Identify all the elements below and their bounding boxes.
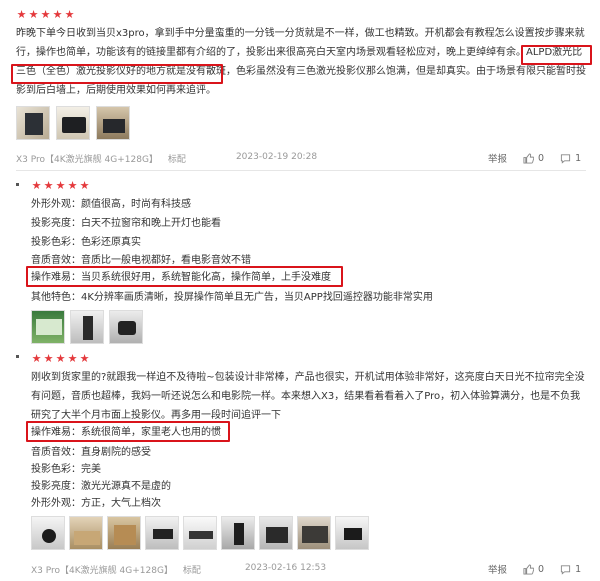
review-image[interactable] xyxy=(96,106,130,140)
review-image[interactable] xyxy=(145,516,179,550)
review1-meta: X3 Pro【4K激光旗舰 4G+128G】 标配 2023-02-19 20:… xyxy=(16,152,327,165)
like-button[interactable]: 0 xyxy=(523,564,544,575)
review3-text: 刚收到货家里的?就跟我一样迫不及待啦~包装设计非常棒，产品也很实，开机试用体验非… xyxy=(31,372,585,421)
review1-text: 昨晚下单今日收到当贝x3pro，拿到手中分量蛮重的一分钱一分货就是不一样，做工也… xyxy=(16,24,586,100)
star-icon: ★ xyxy=(31,179,42,192)
review2-line: 其他特色：4K分辨率画质清晰，投屏操作简单且无广告，当贝APP找回遥控器功能非常… xyxy=(31,292,433,303)
highlight-box xyxy=(26,266,343,287)
star-icon: ★ xyxy=(40,8,51,21)
comment-count: 1 xyxy=(575,152,582,164)
review-image[interactable] xyxy=(31,310,65,344)
like-count: 0 xyxy=(538,563,545,575)
review1-body: 昨晚下单今日收到当贝x3pro，拿到手中分量蛮重的一分钱一分货就是不一样，做工也… xyxy=(16,28,585,58)
review2-line: 投影亮度：白天不拉窗帘和晚上开灯也能看 xyxy=(31,218,221,229)
review-image[interactable] xyxy=(109,310,143,344)
star-icon: ★ xyxy=(79,352,90,365)
report-link[interactable]: 举报 xyxy=(488,562,507,576)
review2-rating: ★ ★ ★ ★ ★ xyxy=(31,180,90,191)
edge-mark xyxy=(16,183,19,186)
review-image[interactable] xyxy=(335,516,369,550)
star-icon: ★ xyxy=(64,8,75,21)
star-icon: ★ xyxy=(16,8,27,21)
star-icon: ★ xyxy=(43,352,54,365)
report-link[interactable]: 举报 xyxy=(488,151,507,165)
review-date: 2023-02-19 20:28 xyxy=(235,152,318,162)
review-image[interactable] xyxy=(16,106,50,140)
like-count: 0 xyxy=(538,152,545,164)
review-image[interactable] xyxy=(183,516,217,550)
review3-line: 投影色彩：完美 xyxy=(31,464,101,475)
review-image[interactable] xyxy=(70,310,104,344)
review3-actions: 举报 0 1 xyxy=(488,562,581,577)
star-icon: ★ xyxy=(31,352,42,365)
review2-line: 投影色彩：色彩还原真实 xyxy=(31,237,141,248)
product-tag: 标配 xyxy=(182,566,201,576)
review3-line: 投影亮度：激光光源真不是虚的 xyxy=(31,481,171,492)
review-image[interactable] xyxy=(69,516,103,550)
review-date: 2023-02-16 12:53 xyxy=(244,563,327,573)
review-image[interactable] xyxy=(56,106,90,140)
star-icon: ★ xyxy=(55,352,66,365)
comment-count: 1 xyxy=(575,563,582,575)
product-variant: X3 Pro【4K激光旗舰 4G+128G】 xyxy=(31,566,173,576)
review2-line: 外形外观：颜值很高，时尚有科技感 xyxy=(31,199,191,210)
thumbs-up-icon xyxy=(523,563,535,575)
highlight-box xyxy=(26,421,230,442)
review3-images xyxy=(31,516,369,550)
product-variant: X3 Pro【4K激光旗舰 4G+128G】 xyxy=(16,155,158,165)
highlight-box xyxy=(11,64,223,84)
review3-line: 外形外观：方正，大气上档次 xyxy=(31,498,161,509)
edge-mark xyxy=(16,355,19,358)
review3-line: 音质音效：直身剧院的感受 xyxy=(31,447,151,458)
review-image[interactable] xyxy=(107,516,141,550)
like-button[interactable]: 0 xyxy=(523,153,544,164)
review1-actions: 举报 0 1 xyxy=(488,151,581,166)
star-icon: ★ xyxy=(67,179,78,192)
review1-rating: ★ ★ ★ ★ ★ xyxy=(16,9,75,20)
review-divider xyxy=(16,170,586,171)
comment-button[interactable]: 1 xyxy=(560,153,581,164)
highlight-box xyxy=(521,45,592,65)
star-icon: ★ xyxy=(52,8,63,21)
product-tag: 标配 xyxy=(167,155,186,165)
comment-icon xyxy=(560,564,571,575)
review3-meta: X3 Pro【4K激光旗舰 4G+128G】 标配 2023-02-16 12:… xyxy=(31,563,336,576)
thumbs-up-icon xyxy=(523,152,535,164)
star-icon: ★ xyxy=(67,352,78,365)
review-image[interactable] xyxy=(297,516,331,550)
comment-button[interactable]: 1 xyxy=(560,564,581,575)
star-icon: ★ xyxy=(55,179,66,192)
review3-rating: ★ ★ ★ ★ ★ xyxy=(31,353,90,364)
review1-images xyxy=(16,106,130,140)
comment-icon xyxy=(560,153,571,164)
review-image[interactable] xyxy=(31,516,65,550)
review-image[interactable] xyxy=(221,516,255,550)
star-icon: ★ xyxy=(79,179,90,192)
star-icon: ★ xyxy=(43,179,54,192)
review2-images xyxy=(31,310,143,344)
review-image[interactable] xyxy=(259,516,293,550)
star-icon: ★ xyxy=(28,8,39,21)
